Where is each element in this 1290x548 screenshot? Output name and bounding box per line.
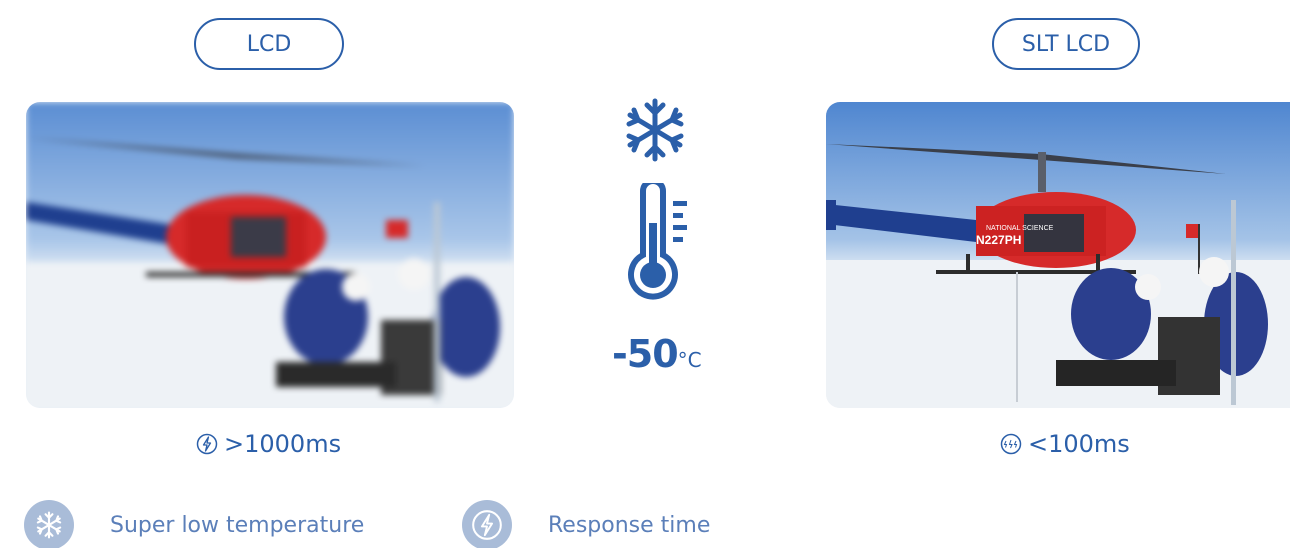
slt-lcd-label-pill: SLT LCD — [992, 18, 1140, 70]
temperature-indicator — [600, 95, 710, 303]
temperature-value: -50°C — [612, 332, 702, 376]
snowflake-icon — [626, 98, 684, 162]
slt-lcd-sharp-photo: NATIONAL SCIENCE N227PH — [826, 102, 1290, 408]
lcd-response-value: >1000ms — [224, 430, 342, 458]
svg-text:N227PH: N227PH — [976, 233, 1021, 247]
svg-text:NATIONAL SCIENCE: NATIONAL SCIENCE — [986, 225, 1054, 232]
lightning-icon — [196, 433, 218, 455]
lightning-icon — [462, 500, 512, 548]
comparison-page: LCD SLT LCD NATIONAL SCIENCE N227PH -50°… — [0, 0, 1290, 548]
legend-response-time: Response time — [462, 500, 710, 548]
lcd-label-pill: LCD — [194, 18, 344, 70]
lcd-label: LCD — [246, 31, 292, 57]
slt-lcd-response-value: <100ms — [1028, 430, 1130, 458]
lcd-response-time: >1000ms — [196, 430, 341, 458]
temperature-number: -50 — [612, 332, 679, 376]
lightning-icon — [1000, 433, 1022, 455]
lcd-blurred-photo — [26, 102, 514, 408]
slt-lcd-response-time: <100ms — [1000, 430, 1130, 458]
legend-response-time-label: Response time — [548, 512, 711, 538]
legend-low-temperature: Super low temperature — [24, 500, 364, 548]
temperature-unit: °C — [677, 348, 702, 372]
slt-lcd-label: SLT LCD — [1021, 31, 1111, 57]
snowflake-icon — [24, 500, 74, 548]
legend-low-temperature-label: Super low temperature — [110, 512, 365, 538]
thermometer-icon — [628, 183, 687, 300]
